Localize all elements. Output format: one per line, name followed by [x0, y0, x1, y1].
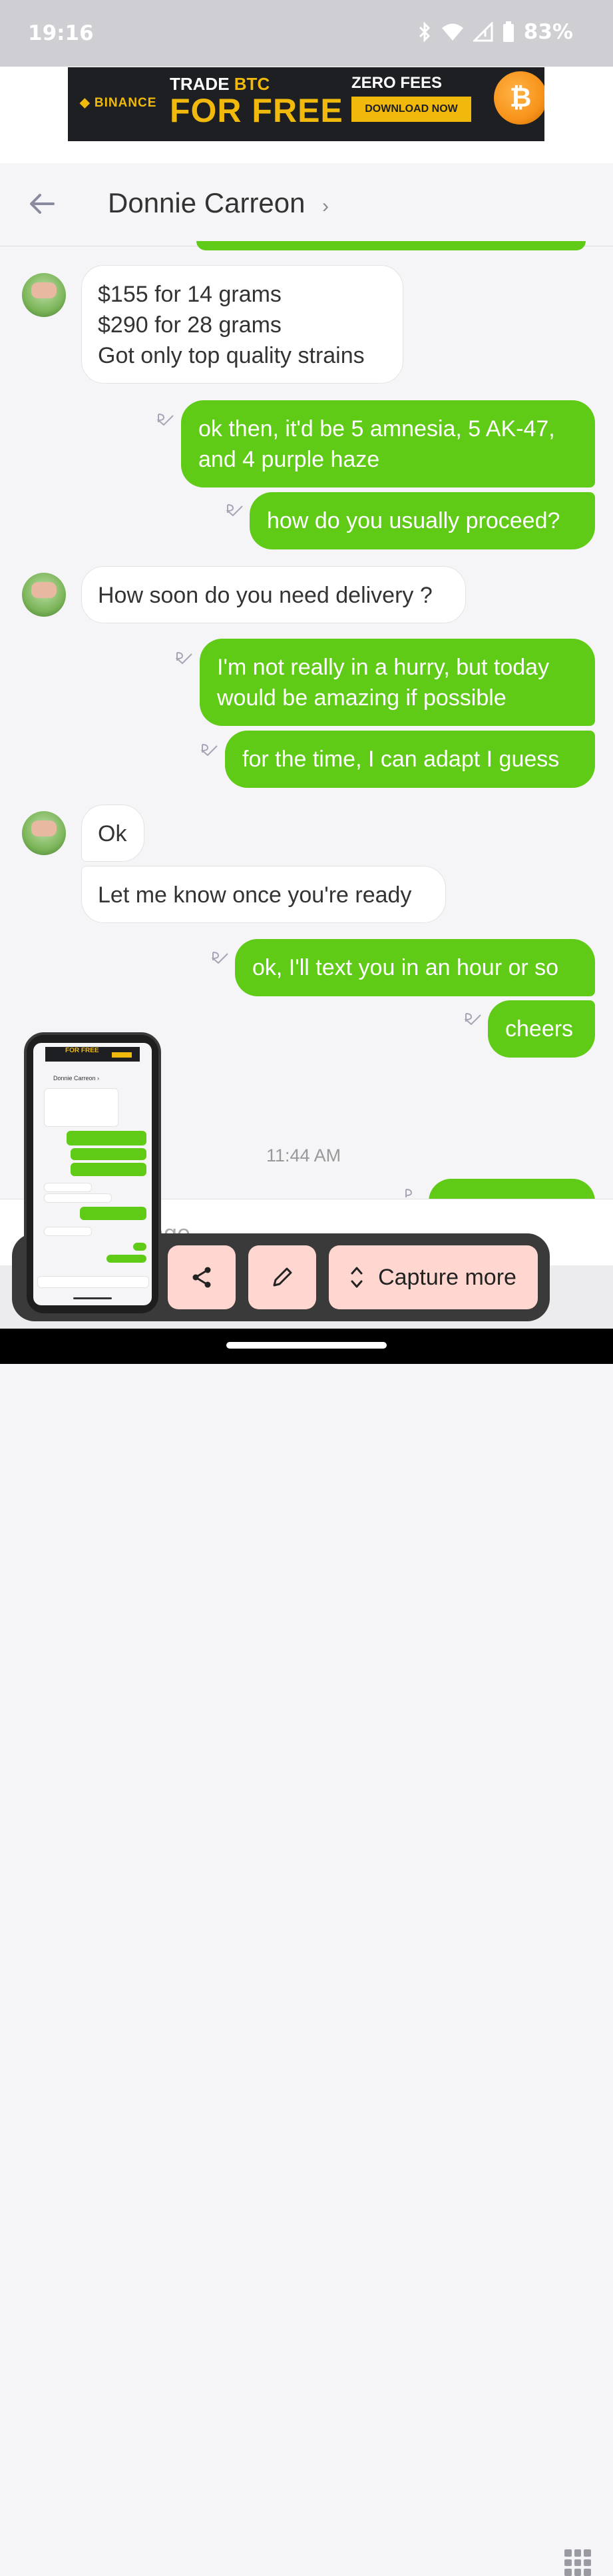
outgoing-message-bubble[interactable]: how do you usually proceed? [250, 492, 595, 549]
edit-button[interactable] [248, 1245, 316, 1309]
preview-nav-pill [73, 1297, 112, 1299]
chevron-right-icon[interactable]: › [322, 195, 329, 218]
avatar-image [31, 282, 57, 298]
avatar-image [31, 582, 57, 598]
status-time: 19:16 [28, 21, 94, 45]
preview-bubble [80, 1207, 146, 1220]
outgoing-message-bubble[interactable]: for the time, I can adapt I guess [225, 731, 595, 788]
incoming-message-bubble[interactable]: $155 for 14 grams $290 for 28 grams Got … [81, 265, 403, 384]
outgoing-message-bubble[interactable]: I'm not really in a hurry, but today wou… [200, 639, 595, 726]
ad-brand-logo: ◆ BINANCE [80, 96, 157, 110]
contact-avatar[interactable] [22, 811, 66, 855]
avatar-image [31, 820, 57, 836]
chat-header: Donnie Carreon › [0, 163, 613, 246]
preview-ad-text: FOR FREE [65, 1047, 99, 1054]
share-button[interactable] [168, 1245, 236, 1309]
screenshot-preview-thumbnail[interactable]: FOR FREE Donnie Carreon › [24, 1032, 161, 1316]
preview-ad: FOR FREE [45, 1047, 140, 1062]
outgoing-message-bubble[interactable]: cheers [488, 1000, 595, 1058]
status-bar: 19:16 83% [0, 0, 613, 67]
capture-more-label: Capture more [378, 1264, 516, 1290]
preview-bubble [44, 1088, 118, 1127]
preview-bubble [67, 1131, 146, 1145]
ad-area: ◆ BINANCE TRADE BTC FOR FREE ZERO FEES D… [0, 67, 613, 163]
ad-download-button[interactable]: DOWNLOAD NOW [351, 97, 471, 122]
read-receipt-icon [226, 504, 243, 517]
previous-message-bubble-edge [196, 241, 586, 250]
preview-bubble [44, 1227, 92, 1236]
contact-avatar[interactable] [22, 273, 66, 317]
outgoing-message-bubble[interactable]: ok then, it'd be 5 amnesia, 5 AK-47, and… [181, 400, 595, 487]
pencil-icon [273, 1267, 292, 1287]
status-icons: 83% [417, 20, 573, 44]
preview-bubble [133, 1243, 146, 1251]
battery-percentage: 83% [523, 20, 573, 44]
preview-bubble [71, 1163, 146, 1176]
capture-more-button[interactable]: Capture more [329, 1245, 538, 1309]
bitcoin-coin-icon: ₿ [494, 71, 544, 125]
preview-input [37, 1276, 149, 1288]
preview-title: Donnie Carreon › [53, 1075, 100, 1082]
wifi-icon [441, 23, 463, 41]
contact-name[interactable]: Donnie Carreon [108, 187, 306, 219]
preview-bubble [44, 1193, 112, 1203]
incoming-message-bubble[interactable]: Let me know once you're ready [81, 866, 446, 923]
bluetooth-icon [419, 21, 430, 43]
preview-bubble [44, 1183, 92, 1192]
preview-bubble [106, 1255, 146, 1263]
read-receipt-icon [211, 952, 228, 964]
battery-icon [503, 21, 514, 42]
message-timestamp: 11:44 AM [266, 1145, 341, 1165]
ad-banner[interactable]: ◆ BINANCE TRADE BTC FOR FREE ZERO FEES D… [68, 67, 544, 141]
contact-avatar[interactable] [22, 573, 66, 617]
system-navigation-bar [0, 1329, 613, 1364]
back-arrow-icon[interactable] [27, 188, 57, 219]
preview-screen: FOR FREE Donnie Carreon › [33, 1043, 152, 1305]
apps-grid-icon[interactable] [564, 2549, 591, 2576]
home-gesture-pill[interactable] [226, 1342, 387, 1349]
outgoing-message-bubble[interactable]: ok, I'll text you in an hour or so [235, 939, 595, 996]
cellular-signal-icon [473, 22, 493, 42]
incoming-message-bubble[interactable]: Ok [81, 805, 144, 862]
read-receipt-icon [156, 414, 174, 426]
ad-zero-fees: ZERO FEES [351, 74, 443, 92]
incoming-message-bubble[interactable]: How soon do you need delivery ? [81, 566, 466, 623]
read-receipt-icon [175, 652, 192, 665]
preview-bubble [71, 1148, 146, 1160]
ad-fine-print [168, 127, 540, 137]
read-receipt-icon [464, 1013, 481, 1026]
expand-vertical-icon [351, 1267, 363, 1288]
share-icon [192, 1267, 211, 1288]
ad-brand-text: BINANCE [94, 96, 157, 110]
read-receipt-icon [200, 744, 218, 757]
ad-headline: FOR FREE [170, 92, 343, 129]
